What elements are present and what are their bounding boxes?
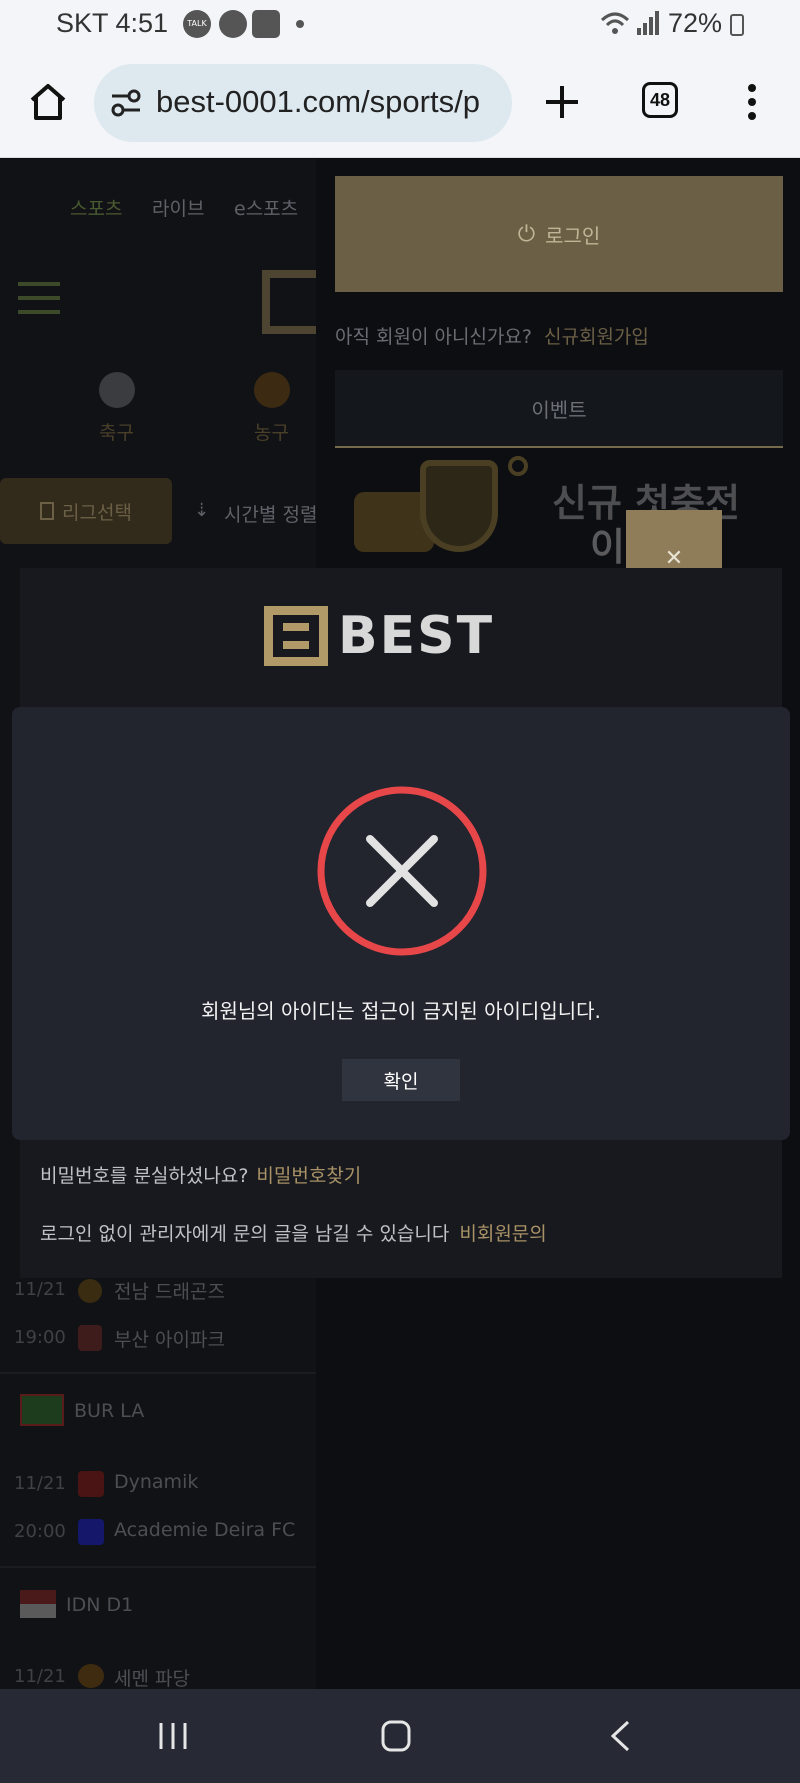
team-logo-icon: [78, 1519, 104, 1545]
sport-basketball-label: 농구: [254, 422, 289, 444]
shield-icon: [420, 460, 498, 552]
access-denied-dialog: 회원님의 아이디는 접근이 금지된 아이디입니다. 확인: [12, 707, 790, 1140]
signal-icon: [637, 11, 659, 35]
indonesia-flag-icon: [20, 1590, 56, 1618]
site-settings-icon[interactable]: [110, 88, 142, 118]
address-bar[interactable]: best-0001.com/sports/p: [94, 64, 512, 142]
nav-tab-live[interactable]: 라이브: [152, 194, 204, 221]
team-name: 세멘 파당: [114, 1668, 190, 1690]
nav-tab-sports[interactable]: 스포츠: [70, 194, 122, 221]
bookmark-icon: [40, 502, 55, 520]
match-date: 11/21: [14, 1666, 66, 1687]
team-name: 전남 드래곤즈: [114, 1281, 225, 1303]
guest-inquiry-row: 로그인 없이 관리자에게 문의 글을 남길 수 있습니다 비회원문의: [40, 1219, 547, 1246]
match-time: 19:00: [14, 1327, 66, 1348]
team-logo-icon: [78, 1471, 104, 1497]
new-tab-plus-icon[interactable]: [544, 84, 580, 120]
nav-tab-esports[interactable]: e스포츠: [234, 194, 298, 221]
basketball-icon[interactable]: [254, 372, 290, 408]
find-password-link[interactable]: 비밀번호찾기: [256, 1165, 361, 1187]
soccer-ball-icon[interactable]: [99, 372, 135, 408]
league-select-label: 리그선택: [62, 501, 132, 524]
error-x-icon: [317, 786, 487, 956]
overflow-menu-icon[interactable]: [746, 84, 758, 120]
match-date: 11/21: [14, 1279, 66, 1300]
recent-apps-icon[interactable]: [156, 1719, 190, 1753]
team-logo-icon: [78, 1279, 102, 1303]
back-icon[interactable]: [608, 1719, 632, 1753]
league-select-button[interactable]: 리그선택: [0, 478, 172, 544]
carrier-time: SKT 4:51: [56, 8, 169, 38]
match-date: 11/21: [14, 1473, 66, 1494]
best-logo-mark-icon: [264, 606, 328, 666]
dialog-message: 회원님의 아이디는 접근이 금지된 아이디입니다.: [201, 999, 601, 1023]
talk-notification-icon: TALK: [183, 10, 211, 38]
browser-toolbar: best-0001.com/sports/p 48: [0, 48, 800, 158]
login-button[interactable]: ⏻ 로그인: [335, 176, 783, 292]
battery-percent: 72%: [667, 8, 722, 38]
battery-icon: [730, 14, 744, 36]
guest-inquiry-link[interactable]: 비회원문의: [459, 1223, 546, 1245]
home-icon[interactable]: [28, 82, 68, 122]
tab-count: 48: [649, 89, 671, 110]
login-button-label: 로그인: [545, 223, 601, 248]
league-divider: [0, 1372, 316, 1374]
team-logo-icon: [78, 1325, 102, 1351]
burundi-flag-icon: [20, 1394, 64, 1426]
league-name: BUR LA: [74, 1400, 145, 1422]
wifi-icon: [600, 12, 630, 34]
confirm-button-label: 확인: [383, 1071, 419, 1093]
tab-switcher-button[interactable]: 48: [642, 82, 678, 118]
event-tab-label: 이벤트: [531, 397, 587, 422]
tab-event[interactable]: 이벤트: [335, 370, 783, 448]
close-icon: ✕: [664, 545, 684, 571]
league-divider: [0, 1566, 316, 1568]
guest-inquiry-text: 로그인 없이 관리자에게 문의 글을 남길 수 있습니다: [40, 1223, 450, 1245]
signup-link[interactable]: 신규회원가입: [544, 322, 649, 349]
league-name: IDN D1: [66, 1594, 134, 1616]
more-notifications-dot-icon: [296, 20, 304, 28]
header-logo-mark: [262, 270, 316, 334]
status-bar: SKT 4:51 TALK 72%: [0, 0, 800, 48]
best-logo: BEST: [264, 606, 494, 666]
sport-soccer-label: 축구: [99, 422, 134, 444]
team-name: Academie Deira FC: [114, 1519, 296, 1541]
team-name: 부산 아이파크: [114, 1329, 225, 1351]
banner-subtitle: 이: [590, 525, 625, 569]
url-text: best-0001.com/sports/p: [156, 84, 480, 119]
forgot-password-text: 비밀번호를 분실하셨나요?: [40, 1165, 249, 1187]
team-logo-icon: [78, 1664, 104, 1688]
team-name: Dynamik: [114, 1471, 199, 1493]
power-icon: ⏻: [517, 221, 536, 247]
time-sort-label[interactable]: 시간별 정렬: [224, 500, 317, 527]
best-logo-text: BEST: [338, 606, 495, 666]
key-icon: [508, 456, 528, 476]
match-time: 20:00: [14, 1521, 66, 1542]
confirm-button[interactable]: 확인: [342, 1059, 460, 1101]
facebook-notification-icon: [219, 10, 247, 38]
sort-icon[interactable]: ⇣: [194, 500, 209, 521]
home-nav-icon[interactable]: [380, 1719, 412, 1753]
forgot-password-row: 비밀번호를 분실하셨나요? 비밀번호찾기: [40, 1161, 361, 1188]
shop-notification-icon: [252, 10, 280, 38]
not-member-text: 아직 회원이 아니신가요?: [335, 326, 532, 348]
hamburger-menu-icon[interactable]: [18, 282, 60, 316]
system-navigation-bar: [0, 1689, 800, 1783]
